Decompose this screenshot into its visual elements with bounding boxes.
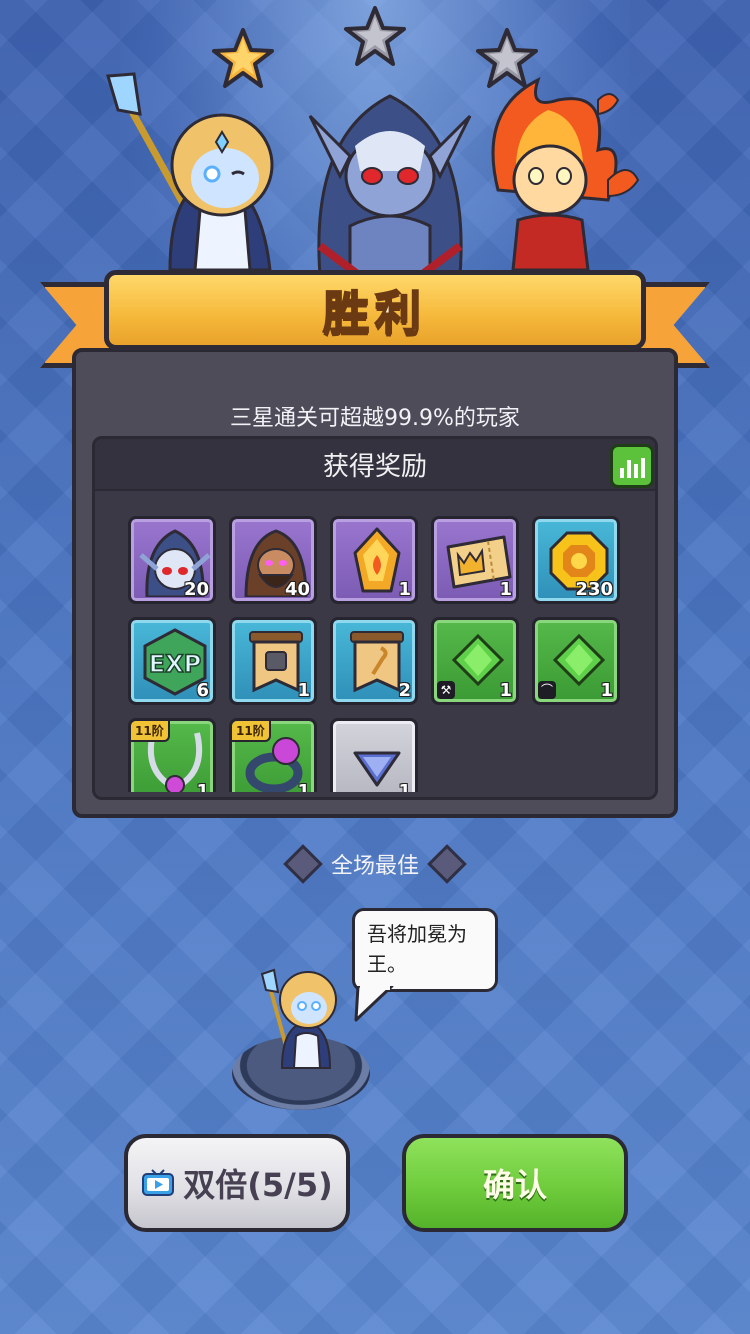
mvp-row: 全场最佳	[0, 844, 750, 884]
confirm-button[interactable]: 确认	[402, 1134, 628, 1232]
reward-count: 40	[284, 579, 310, 600]
star-grey-icon	[344, 6, 406, 66]
reward-header: 获得奖励	[95, 439, 655, 491]
reward-item[interactable]: 11阶 1	[128, 718, 216, 792]
reward-count: 20	[183, 579, 209, 600]
ice-queen-hero-icon	[106, 72, 274, 272]
dark-elf-hero-icon	[308, 94, 472, 276]
reward-count: 6	[196, 680, 209, 701]
speech-bubble-tail	[354, 986, 394, 1022]
reward-item[interactable]: 1	[229, 617, 317, 705]
stats-button[interactable]	[610, 444, 654, 488]
reward-item[interactable]: 1	[330, 516, 418, 604]
reward-item[interactable]: 11阶 1	[229, 718, 317, 792]
reward-grid: 20 40 1 1 230 EXP 6 1 2 ⚒ 1 ⌒ 1 11阶 1 11阶 1 1	[128, 516, 628, 792]
speech-bubble: 吾将加冕为王。	[352, 908, 498, 992]
reward-item[interactable]: 40	[229, 516, 317, 604]
reward-item[interactable]: 20	[128, 516, 216, 604]
confirm-label: 确认	[482, 1166, 547, 1204]
double-reward-label: 双倍(5/5)	[183, 1166, 333, 1204]
reward-count: 1	[398, 579, 411, 600]
reward-count: 1	[297, 680, 310, 701]
reward-item[interactable]: 2	[330, 617, 418, 705]
reward-count: 1	[499, 579, 512, 600]
victory-title: 胜利	[322, 285, 427, 341]
reward-count: 1	[196, 781, 209, 792]
diamond-icon	[283, 844, 323, 884]
reward-count: 1	[499, 680, 512, 701]
mvp-label: 全场最佳	[330, 854, 419, 879]
reward-item[interactable]: ⌒ 1	[532, 617, 620, 705]
reward-count: 230	[575, 579, 613, 600]
bow-tag-icon: ⌒	[538, 681, 556, 699]
victory-banner: 胜利	[104, 270, 646, 350]
star-rank-subtitle: 三星通关可超越99.9%的玩家	[230, 406, 520, 431]
fire-spirit-hero-icon	[491, 77, 640, 270]
diamond-icon	[427, 844, 467, 884]
reward-item[interactable]: ⚒ 1	[431, 617, 519, 705]
tier-badge: 11阶	[232, 721, 271, 742]
reward-item[interactable]: 230	[532, 516, 620, 604]
reward-count: 1	[398, 781, 411, 792]
reward-item[interactable]: 1	[330, 718, 418, 792]
tv-ad-icon	[142, 1169, 175, 1196]
axe-tag-icon: ⚒	[437, 681, 455, 699]
svg-text:EXP: EXP	[149, 650, 202, 678]
reward-count: 1	[600, 680, 613, 701]
mvp-hero-icon	[260, 968, 337, 1069]
reward-count: 2	[398, 680, 411, 701]
tier-badge: 11阶	[131, 721, 170, 742]
mvp-quote: 吾将加冕为王。	[367, 922, 467, 976]
double-reward-button[interactable]: 双倍(5/5)	[124, 1134, 350, 1232]
reward-item[interactable]: EXP 6	[128, 617, 216, 705]
reward-count: 1	[297, 781, 310, 792]
reward-item[interactable]: 1	[431, 516, 519, 604]
